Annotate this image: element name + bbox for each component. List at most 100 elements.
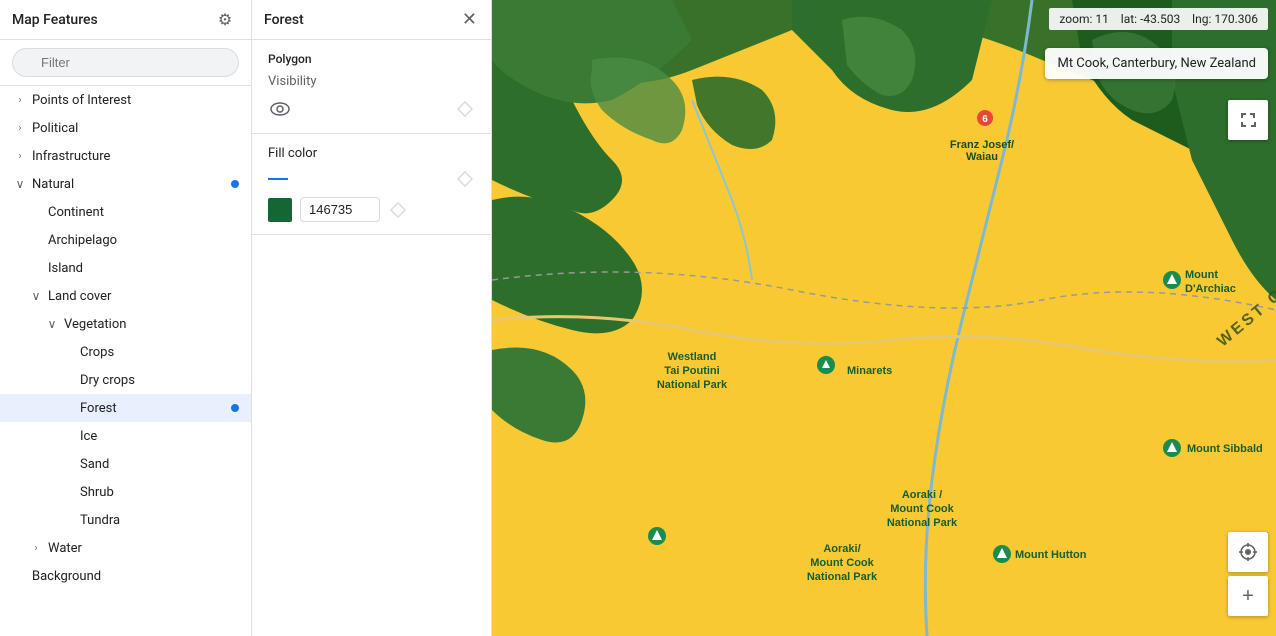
sidebar-item-forest[interactable]: Forest [0, 394, 251, 422]
sidebar-item-ice[interactable]: Ice [0, 422, 251, 450]
spacer [60, 484, 76, 500]
sidebar-item-label: Crops [80, 345, 239, 360]
sidebar-item-infrastructure[interactable]: › Infrastructure [0, 142, 251, 170]
sidebar-item-crops[interactable]: Crops [0, 338, 251, 366]
opacity-diamond-icon[interactable] [455, 99, 475, 119]
map-info-bar: zoom: 11 lat: -43.503 lng: 170.306 [1049, 8, 1268, 30]
sidebar-title: Map Features [12, 12, 98, 28]
spacer [60, 456, 76, 472]
sidebar-item-water[interactable]: › Water [0, 534, 251, 562]
map-area[interactable]: Franz Josef/ Waiau 6 WEST COAST WEST COA… [492, 0, 1276, 636]
detail-header: Forest ✕ [252, 0, 491, 40]
color-swatch[interactable] [268, 198, 292, 222]
sidebar-item-label: Sand [80, 457, 239, 472]
svg-text:Franz Josef/: Franz Josef/ [950, 139, 1014, 151]
fill-diamond-icon[interactable] [455, 169, 475, 189]
detail-title: Forest [264, 12, 304, 28]
polygon-label: Polygon [268, 52, 475, 66]
spacer [28, 232, 44, 248]
svg-text:National Park: National Park [807, 571, 878, 583]
sidebar-item-shrub[interactable]: Shrub [0, 478, 251, 506]
settings-button[interactable]: ⚙ [211, 6, 239, 34]
spacer [60, 428, 76, 444]
location-name: Mt Cook, Canterbury, New Zealand [1057, 56, 1256, 71]
sidebar-item-points-of-interest[interactable]: › Points of Interest [0, 86, 251, 114]
sidebar-item-label: Land cover [48, 289, 239, 304]
chevron-down-icon: ∨ [44, 316, 60, 332]
polygon-section: Polygon Visibility [252, 40, 491, 134]
color-diamond-icon[interactable] [388, 200, 408, 220]
sidebar-item-label: Tundra [80, 513, 239, 528]
modified-dot [231, 180, 239, 188]
expand-button[interactable] [1228, 100, 1268, 140]
spacer [60, 512, 76, 528]
color-hex-input[interactable]: 146735 [300, 197, 380, 222]
svg-text:National Park: National Park [887, 517, 958, 529]
sidebar-item-natural[interactable]: ∨ Natural [0, 170, 251, 198]
detail-panel: Forest ✕ Polygon Visibility Fill color [252, 0, 492, 636]
sidebar-item-label: Background [32, 569, 239, 584]
close-button[interactable]: ✕ [460, 7, 479, 32]
sidebar-item-political[interactable]: › Political [0, 114, 251, 142]
sidebar-item-label: Natural [32, 177, 231, 192]
filter-input[interactable] [12, 48, 239, 77]
sidebar-item-label: Points of Interest [32, 93, 239, 108]
svg-text:National Park: National Park [657, 379, 728, 391]
sidebar-item-tundra[interactable]: Tundra [0, 506, 251, 534]
sidebar-item-continent[interactable]: Continent [0, 198, 251, 226]
visibility-row [268, 97, 475, 121]
locate-button[interactable] [1228, 532, 1268, 572]
spacer [60, 344, 76, 360]
sidebar-item-label: Vegetation [64, 317, 239, 332]
lng-label: lng: [1192, 12, 1211, 26]
svg-text:Waiau: Waiau [966, 151, 998, 163]
sidebar-item-dry-crops[interactable]: Dry crops [0, 366, 251, 394]
svg-text:Mount Sibbald: Mount Sibbald [1187, 443, 1263, 455]
svg-text:Mount: Mount [1185, 269, 1218, 281]
location-badge: Mt Cook, Canterbury, New Zealand [1045, 48, 1268, 79]
lat-label: lat: [1121, 12, 1137, 26]
svg-text:Tai Poutini: Tai Poutini [664, 365, 719, 377]
sidebar-item-label: Dry crops [80, 373, 239, 388]
sidebar-item-vegetation[interactable]: ∨ Vegetation [0, 310, 251, 338]
chevron-right-icon: › [12, 120, 28, 136]
color-input-row: 146735 [268, 197, 475, 222]
sidebar-item-label: Continent [48, 205, 239, 220]
svg-text:Mount Cook: Mount Cook [890, 503, 954, 515]
spacer [28, 260, 44, 276]
sidebar-item-label: Ice [80, 429, 239, 444]
eye-icon[interactable] [268, 97, 292, 121]
chevron-down-icon: ∨ [12, 176, 28, 192]
sidebar-item-label: Archipelago [48, 233, 239, 248]
plus-icon: + [1242, 585, 1254, 608]
sidebar-item-island[interactable]: Island [0, 254, 251, 282]
close-icon: ✕ [462, 9, 477, 30]
svg-text:Minarets: Minarets [847, 365, 892, 377]
spacer [28, 204, 44, 220]
zoom-in-button[interactable]: + [1228, 576, 1268, 616]
sidebar: Map Features ⚙ ☰ › Points of Interest › … [0, 0, 252, 636]
lat-value: -43.503 [1140, 12, 1180, 26]
map-controls: + [1228, 532, 1268, 616]
sidebar-item-land-cover[interactable]: ∨ Land cover [0, 282, 251, 310]
sidebar-item-label: Political [32, 121, 239, 136]
sidebar-item-archipelago[interactable]: Archipelago [0, 226, 251, 254]
gear-icon: ⚙ [218, 10, 232, 30]
filter-section: ☰ [0, 40, 251, 86]
chevron-right-icon: › [12, 148, 28, 164]
spacer [60, 400, 76, 416]
sidebar-item-label: Shrub [80, 485, 239, 500]
sidebar-item-sand[interactable]: Sand [0, 450, 251, 478]
visibility-label: Visibility [268, 74, 475, 89]
zoom-label: zoom: [1059, 12, 1092, 26]
zoom-value: 11 [1095, 12, 1109, 26]
sidebar-item-label: Infrastructure [32, 149, 239, 164]
svg-text:D'Archiac: D'Archiac [1185, 283, 1236, 295]
sidebar-item-label: Water [48, 541, 239, 556]
sidebar-item-label: Forest [80, 401, 231, 416]
fill-color-label: Fill color [268, 146, 475, 161]
sidebar-item-background[interactable]: Background [0, 562, 251, 590]
svg-text:Aoraki /: Aoraki / [902, 489, 942, 501]
svg-text:Mount Hutton: Mount Hutton [1015, 549, 1087, 561]
svg-text:Mount Cook: Mount Cook [810, 557, 874, 569]
